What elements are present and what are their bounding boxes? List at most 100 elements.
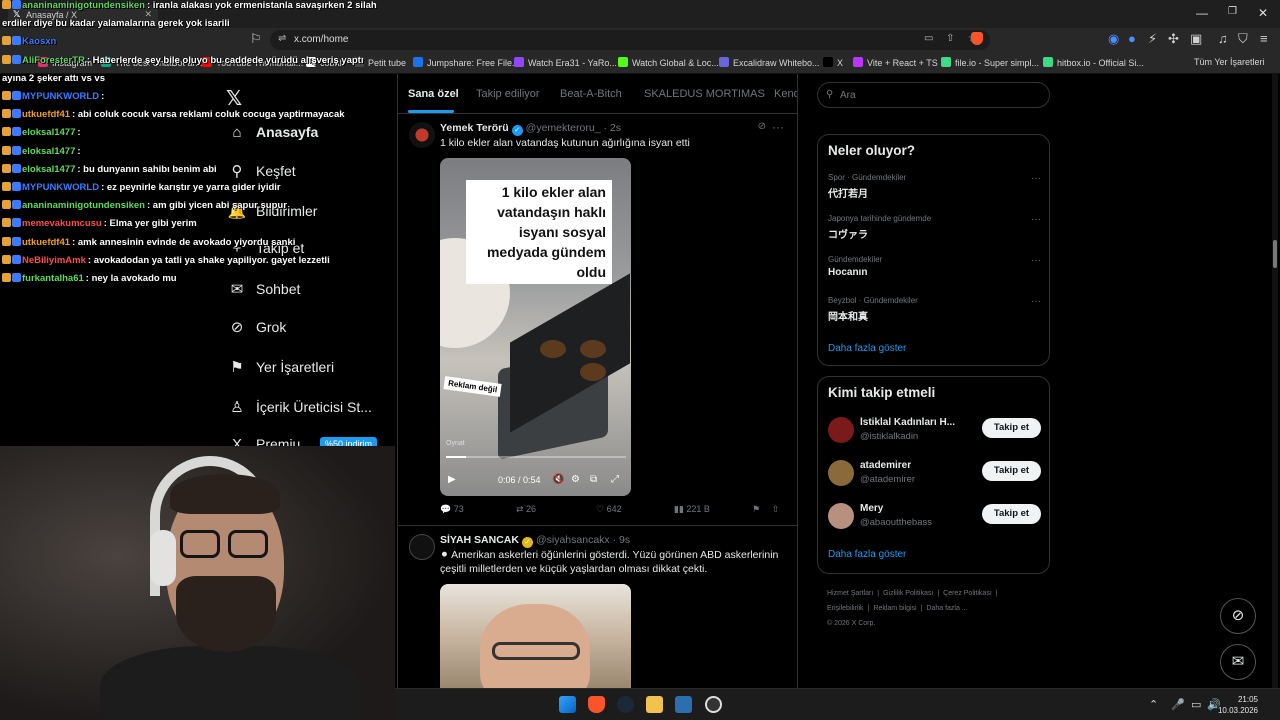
footer-link[interactable]: Hizmet Şartları	[827, 590, 873, 597]
grok-icon[interactable]: ⊘	[758, 121, 766, 132]
follow-button[interactable]: Takip et	[982, 418, 1041, 438]
footer-link[interactable]: Çerez Politikası	[943, 590, 992, 597]
steam-icon[interactable]	[617, 696, 634, 713]
tab-beat-a-bitch[interactable]: Beat-A-Bitch	[560, 88, 622, 100]
follow-suggestion[interactable]: Mery @abaoutthebass Takip et	[828, 501, 1041, 529]
trend-topic: 代打若月	[828, 189, 868, 200]
chat-text: : ney la avokado mu	[85, 273, 177, 284]
bookmark-item[interactable]: X	[823, 57, 843, 68]
like-button[interactable]: ♡ 642	[596, 504, 622, 515]
chat-username: memevakumcusu	[22, 218, 102, 230]
repost-button[interactable]: ⇄ 26	[516, 504, 536, 515]
more-options-icon[interactable]: ···	[772, 120, 784, 134]
wallet-icon[interactable]: ▣	[1190, 31, 1202, 47]
obs-icon[interactable]	[705, 696, 722, 713]
settings-icon[interactable]: ⚙	[571, 474, 580, 485]
extension-icon[interactable]: ⚡	[1148, 31, 1157, 47]
trends-show-more-link[interactable]: Daha fazla göster	[828, 343, 906, 354]
tweet-image[interactable]	[440, 584, 631, 688]
close-window-icon[interactable]: ✕	[1258, 6, 1268, 20]
follow-button[interactable]: Takip et	[982, 461, 1041, 481]
tweet-text: ⚫ Amerikan askerleri öğünlerini gösterdi…	[440, 549, 779, 575]
brave-shields-icon[interactable]	[971, 32, 983, 45]
trend-item[interactable]: Spor · Gündemdekiler 代打若月 ···	[828, 173, 1041, 200]
page-scrollbar[interactable]	[1272, 74, 1278, 688]
minimize-icon[interactable]: —	[1196, 6, 1208, 20]
sidebar-item[interactable]: ♙ İçerik Üreticisi St...	[226, 398, 372, 422]
menu-icon[interactable]: ≡	[1260, 31, 1268, 46]
footer-link[interactable]: Gizlilik Politikası	[883, 590, 933, 597]
clock[interactable]: 21:05 10.03.2026	[1218, 694, 1258, 716]
more-options-icon[interactable]: ···	[1031, 173, 1041, 184]
maximize-icon[interactable]: ❐	[1228, 6, 1237, 17]
bookmark-item[interactable]: Vite + React + TS	[853, 57, 938, 68]
bookmark-icon[interactable]: ⚑	[752, 504, 760, 515]
media-icon[interactable]: ♫	[1218, 31, 1228, 46]
share-icon[interactable]: ⇧	[946, 33, 954, 44]
vpn-icon[interactable]: ●	[1128, 31, 1136, 46]
avatar[interactable]	[828, 503, 854, 529]
grok-icon[interactable]: ⊘	[1220, 598, 1256, 634]
views-button[interactable]: ▮▮ 221 B	[674, 504, 710, 515]
app-icon[interactable]	[675, 696, 692, 713]
follow-suggestion[interactable]: atademirer @atademirer Takip et	[828, 458, 1041, 486]
shield-icon[interactable]: ⛉	[1238, 31, 1248, 47]
more-options-icon[interactable]: ···	[1031, 214, 1041, 225]
share-icon[interactable]: ⇧	[772, 504, 780, 515]
bookmark-item[interactable]: Excalidraw Whitebo...	[719, 57, 820, 68]
messages-icon[interactable]: ✉	[1220, 644, 1256, 680]
bookmark-item[interactable]: Watch Era31 - YaRo...	[514, 57, 617, 68]
fullscreen-icon[interactable]: ⤢	[611, 474, 619, 485]
all-bookmarks-button[interactable]: Tüm Yer İşaretleri	[1194, 57, 1265, 67]
chat-badge-icon	[2, 218, 11, 228]
avatar[interactable]	[409, 534, 435, 560]
extensions-puzzle-icon[interactable]: ✣	[1168, 31, 1179, 47]
footer-link[interactable]: Daha fazla ...	[926, 605, 967, 612]
scrollbar-thumb[interactable]	[1273, 240, 1277, 268]
tweet-author[interactable]: Yemek Terörü ✓ @yemekteroru_ · 2s	[440, 122, 621, 136]
tweet-author[interactable]: SİYAH SANCAK ✓ @siyahsancakx · 9s	[440, 534, 630, 548]
file-explorer-icon[interactable]	[646, 696, 663, 713]
sidebar-item[interactable]: ⚑ Yer İşaretleri	[226, 358, 334, 382]
bookmark-item[interactable]: Watch Global & Loc...	[618, 57, 719, 68]
tray-expand-icon[interactable]: ⌃	[1149, 698, 1158, 711]
more-options-icon[interactable]: ···	[1031, 255, 1041, 266]
footer-link[interactable]: Reklam bilgisi	[873, 605, 916, 612]
bookmark-item[interactable]: file.io - Super simpl...	[941, 57, 1039, 68]
video-progress-bar[interactable]	[446, 456, 626, 458]
trend-item[interactable]: Beyzbol · Gündemdekiler 岡本和真 ···	[828, 296, 1041, 323]
follow-button[interactable]: Takip et	[982, 504, 1041, 524]
avatar[interactable]	[828, 460, 854, 486]
tweet-video[interactable]: 1 kilo ekler alan vatandaşın haklı isyan…	[440, 158, 631, 496]
trend-item[interactable]: Japonya tarihinde gündemde コヴァラ ···	[828, 214, 1041, 241]
avatar[interactable]	[409, 122, 435, 148]
extension-icon[interactable]: ◉	[1108, 31, 1119, 47]
more-options-icon[interactable]: ···	[1031, 296, 1041, 307]
footer-link[interactable]: © 2026 X Corp.	[827, 620, 875, 627]
follow-show-more-link[interactable]: Daha fazla göster	[828, 549, 906, 560]
footer-link[interactable]: Erişilebilirlik	[827, 605, 864, 612]
tweet[interactable]: SİYAH SANCAK ✓ @siyahsancakx · 9s ⚫ Amerik…	[398, 526, 797, 688]
tab-for-you[interactable]: Sana özel	[408, 88, 459, 100]
brave-icon[interactable]	[588, 696, 605, 713]
sidebar-item[interactable]: ⊘ Grok	[226, 318, 287, 342]
start-icon[interactable]	[559, 696, 576, 713]
tweet[interactable]: Yemek Terörü ✓ @yemekteroru_ · 2s ⊘ ··· 1 …	[398, 114, 797, 526]
mute-icon[interactable]: 🔇	[552, 474, 564, 485]
tab-skaledus-mortimas[interactable]: SKALEDUS MORTIMAS	[644, 88, 765, 100]
reply-button[interactable]: 💬 73	[440, 504, 464, 515]
address-bar[interactable]: ⇌ x.com/home ▭ ⇧ ☆	[270, 30, 990, 50]
tab-kend[interactable]: Kend	[774, 88, 797, 100]
bookmark-item[interactable]: hitbox.io - Official Si...	[1043, 57, 1144, 68]
microphone-icon[interactable]: 🎤	[1171, 698, 1185, 711]
pip-icon[interactable]: ⧉	[590, 474, 597, 485]
avatar[interactable]	[828, 417, 854, 443]
tab-following[interactable]: Takip ediliyor	[476, 88, 540, 100]
network-icon[interactable]: ▭	[1191, 698, 1201, 711]
search-input[interactable]: ⚲ Ara	[817, 82, 1050, 108]
bookmark-item[interactable]: Jumpshare: Free File...	[413, 57, 520, 68]
cast-icon[interactable]: ▭	[924, 33, 933, 44]
play-icon[interactable]: ▶	[448, 474, 456, 485]
trend-item[interactable]: Gündemdekiler Hocanın ···	[828, 255, 1041, 278]
follow-suggestion[interactable]: İstiklal Kadınları H... @istiklalkadin Tak…	[828, 415, 1041, 443]
